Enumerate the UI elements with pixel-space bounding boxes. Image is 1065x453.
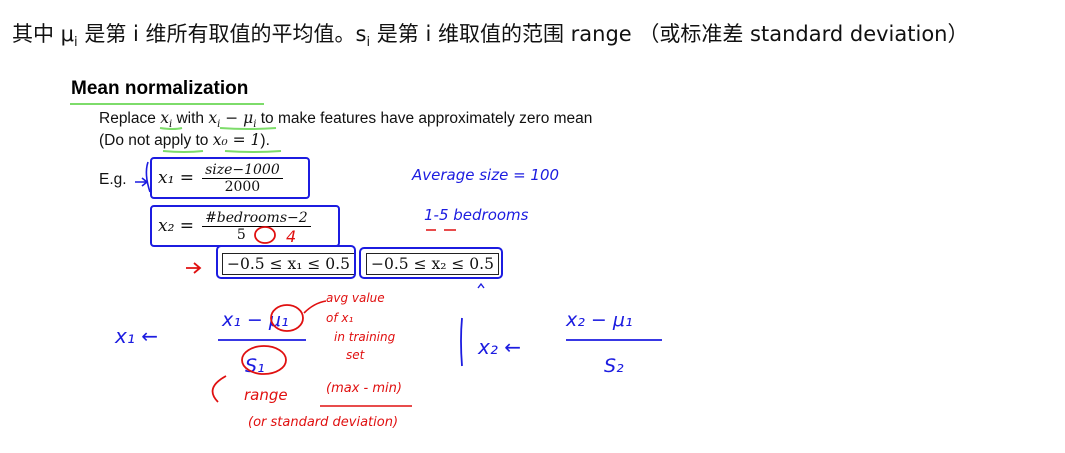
bedrooms-range-note: 1-5 bedrooms [424, 206, 529, 224]
x2-assign-denominator: S₂ [604, 355, 624, 377]
small-caret-mark [477, 282, 485, 289]
max-min-note: (max - min) [326, 381, 402, 396]
std-dev-note: (or standard deviation) [248, 415, 398, 430]
ineq2-ink-box [359, 247, 503, 279]
x2-assign-lhs: x₂ ← [477, 335, 521, 359]
blue-arrow-icon [135, 177, 149, 187]
range-note: range [244, 386, 288, 404]
avg-value-note-2: of x₁ [326, 311, 353, 325]
blue-divider-stroke [460, 317, 463, 367]
replacement-four: 4 [286, 227, 296, 246]
green-underline-x0 [224, 150, 282, 153]
red-arrow-icon [186, 262, 202, 274]
blue-bracket-mark [145, 161, 151, 193]
avg-value-note-4: set [346, 348, 366, 362]
red-circle-five [254, 226, 276, 244]
red-pointer-arrow [303, 300, 327, 314]
ineq1-ink-box [216, 245, 356, 279]
x2-assign-numerator: x₂ − μ₁ [565, 309, 633, 331]
green-underline-xi [159, 127, 183, 130]
x1-assign-lhs: x₁ ← [114, 324, 158, 348]
green-underline-expr [219, 127, 277, 130]
average-size-note: Average size = 100 [411, 166, 559, 184]
avg-value-note-3: in training [334, 330, 396, 344]
x1-assign-numerator: x₁ − μ₁ [221, 309, 289, 331]
red-curve-arrow [211, 375, 227, 403]
avg-value-note-1: avg value [326, 291, 385, 305]
green-underline-apply [162, 150, 204, 153]
handwriting-layer: Average size = 100 1-5 bedrooms 4 x₁ ← x… [114, 127, 662, 430]
